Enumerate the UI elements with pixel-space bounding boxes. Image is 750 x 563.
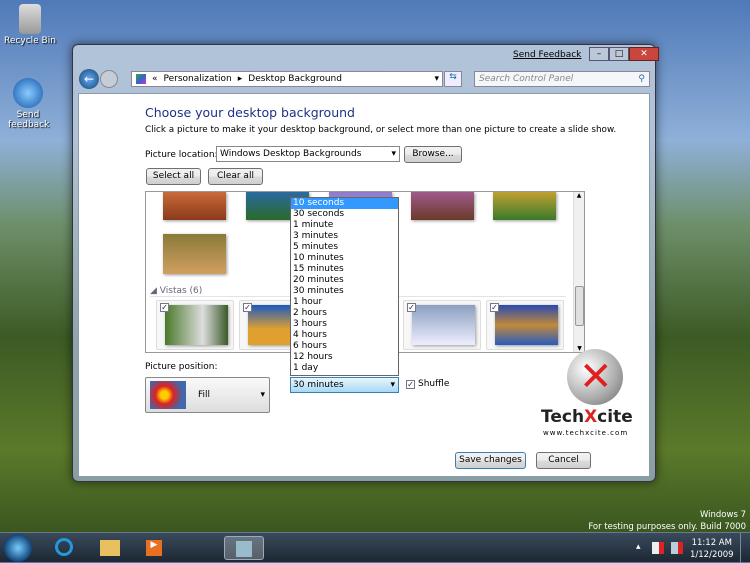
browse-button[interactable]: Browse... bbox=[404, 146, 462, 163]
wallpaper-thumbnail[interactable] bbox=[493, 192, 556, 220]
content-area: Choose your desktop background Click a p… bbox=[78, 93, 650, 477]
chevron-down-icon: ▾ bbox=[391, 149, 396, 159]
breadcrumb-desktop-background[interactable]: Desktop Background bbox=[248, 74, 342, 84]
interval-option[interactable]: 20 minutes bbox=[291, 275, 398, 286]
taskbar-media-player[interactable]: ▶ bbox=[134, 536, 174, 560]
interval-option[interactable]: 6 hours bbox=[291, 341, 398, 352]
wallpaper-frame[interactable]: ✓ bbox=[486, 300, 564, 350]
interval-option[interactable]: 12 hours bbox=[291, 352, 398, 363]
checkbox[interactable]: ✓ bbox=[160, 303, 169, 312]
show-hidden-icons[interactable]: ▴ bbox=[636, 542, 641, 552]
taskbar-ie[interactable] bbox=[44, 536, 84, 560]
media-player-icon: ▶ bbox=[146, 540, 162, 556]
scrollbar-thumb[interactable] bbox=[575, 286, 584, 326]
taskbar: ▶ ▴ 11:12 AM 1/12/2009 bbox=[0, 532, 750, 563]
page-title: Choose your desktop background bbox=[145, 105, 355, 120]
search-icon: ⚲ bbox=[638, 74, 645, 84]
interval-option[interactable]: 1 hour bbox=[291, 297, 398, 308]
window-controls: – □ ✕ bbox=[589, 47, 659, 61]
taskbar-control-panel[interactable] bbox=[224, 536, 264, 560]
desktop-icon-recycle-bin[interactable]: Recycle Bin bbox=[0, 4, 60, 46]
feedback-icon bbox=[13, 78, 43, 108]
refresh-button[interactable]: ⇆ bbox=[444, 71, 462, 87]
breadcrumb-personalization[interactable]: Personalization bbox=[164, 74, 232, 84]
picture-location-select[interactable]: Windows Desktop Backgrounds ▾ bbox=[216, 146, 400, 162]
interval-option[interactable]: 10 seconds bbox=[291, 198, 398, 209]
interval-option[interactable]: 1 minute bbox=[291, 220, 398, 231]
minimize-button[interactable]: – bbox=[589, 47, 609, 61]
clear-all-button[interactable]: Clear all bbox=[208, 168, 263, 185]
page-subtitle: Click a picture to make it your desktop … bbox=[145, 125, 617, 135]
checkbox[interactable]: ✓ bbox=[490, 303, 499, 312]
interval-option[interactable]: 5 minutes bbox=[291, 242, 398, 253]
shuffle-checkbox[interactable]: ✓ bbox=[406, 380, 415, 389]
interval-option[interactable]: 1 day bbox=[291, 363, 398, 374]
interval-option[interactable]: 15 minutes bbox=[291, 264, 398, 275]
wallpaper-frame[interactable]: ✓ bbox=[403, 300, 481, 350]
desktop-icon-send-feedback[interactable]: Send feedback bbox=[0, 78, 58, 130]
taskbar-explorer[interactable] bbox=[90, 536, 130, 560]
wallpaper-frame[interactable]: ✓ bbox=[156, 300, 234, 350]
ie-icon bbox=[55, 538, 73, 556]
chevron-down-icon: ▾ bbox=[260, 390, 265, 400]
chevron-down-icon: ▾ bbox=[390, 380, 395, 390]
forward-button[interactable] bbox=[100, 70, 118, 88]
send-feedback-link[interactable]: Send Feedback bbox=[513, 50, 581, 60]
show-desktop-button[interactable] bbox=[740, 533, 750, 563]
back-button[interactable]: ← bbox=[79, 69, 99, 89]
cancel-button[interactable]: Cancel bbox=[536, 452, 591, 469]
wallpaper-thumbnail[interactable] bbox=[163, 234, 226, 274]
interval-option[interactable]: 4 hours bbox=[291, 330, 398, 341]
vertical-scrollbar[interactable]: ▲ ▼ bbox=[573, 192, 584, 352]
desktop-background-window: Send Feedback – □ ✕ ← « Personalization ▸… bbox=[72, 44, 659, 482]
address-dropdown-icon[interactable]: ▾ bbox=[434, 74, 442, 84]
wallpaper-thumbnail[interactable] bbox=[163, 192, 226, 220]
maximize-button[interactable]: □ bbox=[609, 47, 629, 61]
interval-option[interactable]: 10 minutes bbox=[291, 253, 398, 264]
start-button[interactable] bbox=[4, 534, 32, 562]
interval-option[interactable]: 3 hours bbox=[291, 319, 398, 330]
clock[interactable]: 11:12 AM 1/12/2009 bbox=[690, 537, 734, 561]
save-changes-button[interactable]: Save changes bbox=[455, 452, 526, 469]
windows-watermark: Windows 7 For testing purposes only. Bui… bbox=[588, 510, 746, 532]
checkbox[interactable]: ✓ bbox=[243, 303, 252, 312]
select-all-button[interactable]: Select all bbox=[146, 168, 201, 185]
checkbox[interactable]: ✓ bbox=[407, 303, 416, 312]
control-panel-icon bbox=[136, 74, 146, 84]
wallpaper-thumbnail[interactable] bbox=[411, 192, 474, 220]
search-input[interactable]: Search Control Panel ⚲ bbox=[474, 71, 650, 87]
interval-select[interactable]: 30 minutes ▾ bbox=[290, 377, 399, 393]
recycle-bin-icon bbox=[19, 4, 41, 34]
fill-preview-icon bbox=[150, 381, 186, 409]
close-button[interactable]: ✕ bbox=[629, 47, 659, 61]
interval-dropdown-list[interactable]: 10 seconds 30 seconds 1 minute 3 minutes 5 m… bbox=[290, 197, 399, 376]
interval-option[interactable]: 30 minutes bbox=[291, 286, 398, 297]
network-icon[interactable] bbox=[671, 542, 683, 554]
address-bar[interactable]: « Personalization ▸ Desktop Background ▾ bbox=[131, 71, 443, 87]
folder-icon bbox=[100, 540, 120, 556]
techxcite-logo: ✕ TechXcite www.techxcite.com bbox=[541, 349, 651, 439]
control-panel-icon bbox=[236, 541, 252, 557]
picture-position-select[interactable]: Fill ▾ bbox=[145, 377, 270, 413]
interval-option[interactable]: 2 hours bbox=[291, 308, 398, 319]
interval-option[interactable]: 30 seconds bbox=[291, 209, 398, 220]
interval-option[interactable]: 3 minutes bbox=[291, 231, 398, 242]
action-center-icon[interactable] bbox=[652, 542, 664, 554]
